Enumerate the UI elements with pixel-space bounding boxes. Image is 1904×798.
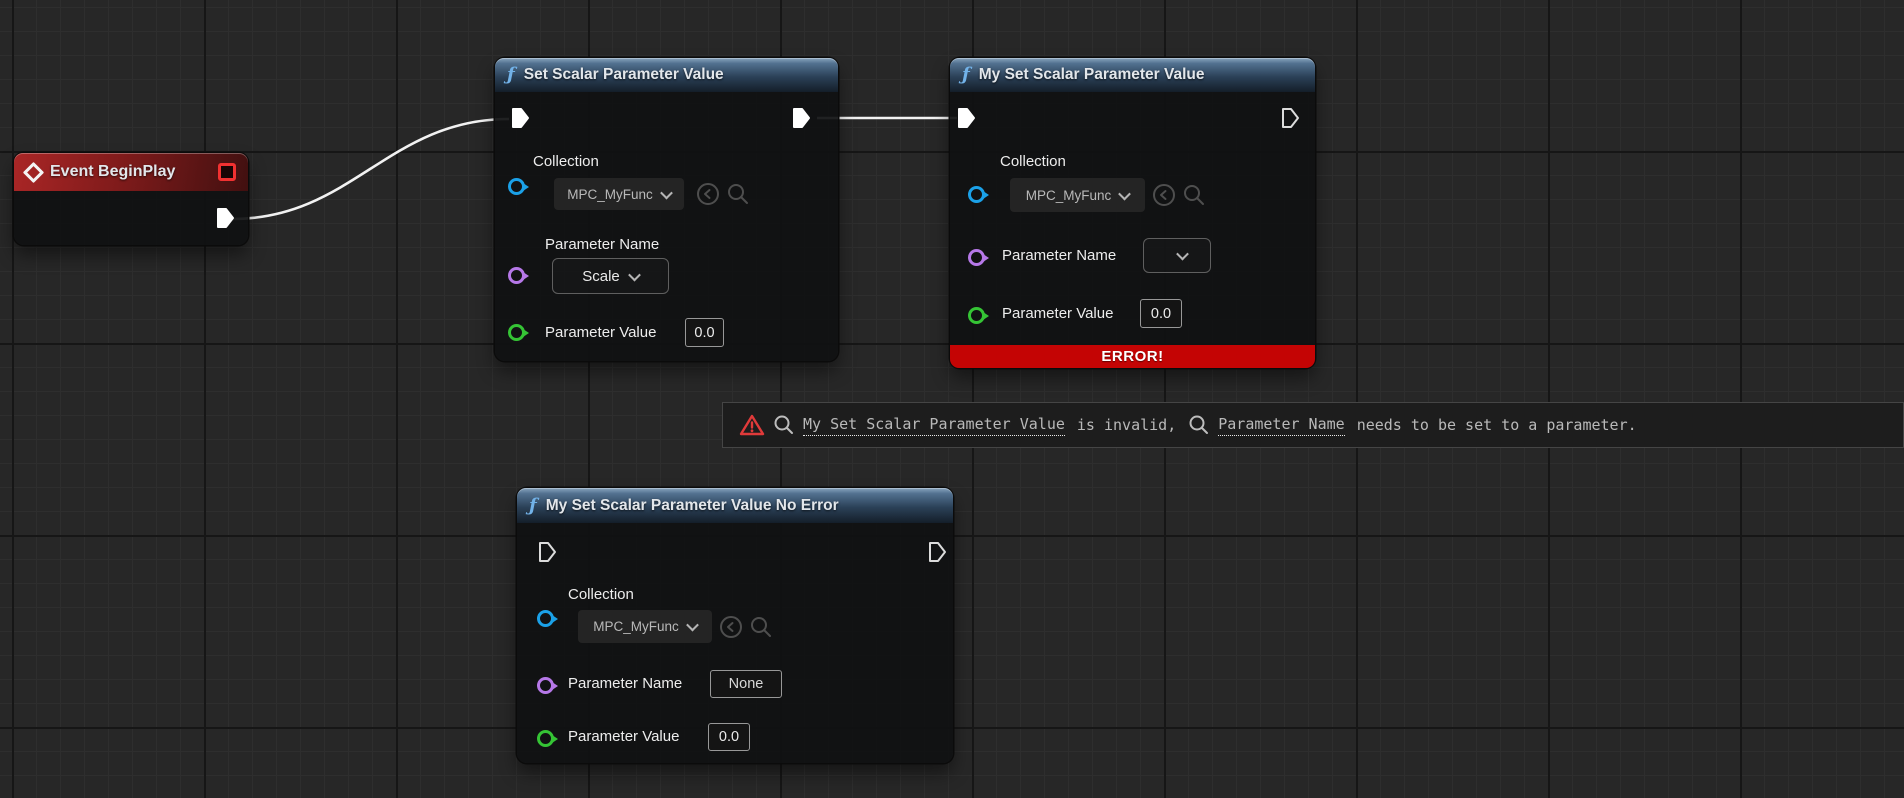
exec-output-pin[interactable]	[790, 106, 812, 130]
node-error-banner: ERROR!	[950, 345, 1315, 368]
parameter-value-pin-label: Parameter Value	[545, 324, 656, 341]
use-selected-asset-icon[interactable]	[1152, 183, 1176, 207]
use-selected-asset-icon[interactable]	[719, 615, 743, 639]
chevron-down-icon	[1176, 248, 1189, 261]
chevron-down-icon	[1118, 187, 1131, 200]
collection-dropdown-value: MPC_MyFunc	[593, 619, 679, 634]
parameter-value-pin-label: Parameter Value	[568, 728, 679, 745]
use-selected-asset-icon[interactable]	[696, 182, 720, 206]
message-text: is invalid,	[1073, 416, 1180, 434]
message-text-tail: needs to be set to a parameter.	[1353, 416, 1641, 434]
collection-pin-label: Collection	[533, 153, 599, 170]
node-my-set-scalar-parameter-value-no-error[interactable]: ƒ My Set Scalar Parameter Value No Error…	[517, 488, 953, 763]
collection-pin[interactable]	[508, 178, 525, 195]
node-set-scalar-parameter-value[interactable]: ƒ Set Scalar Parameter Value Collection …	[495, 58, 838, 361]
collection-pin-label: Collection	[1000, 153, 1066, 170]
chevron-down-icon	[660, 186, 673, 199]
parameter-name-pin-label: Parameter Name	[568, 675, 682, 692]
parameter-name-pin[interactable]	[508, 267, 525, 284]
exec-output-pin[interactable]	[214, 206, 236, 230]
collection-dropdown[interactable]: MPC_MyFunc	[578, 610, 712, 643]
collection-pin-label: Collection	[568, 586, 634, 603]
exec-output-pin[interactable]	[926, 540, 948, 564]
blueprint-graph-canvas[interactable]: Event BeginPlay ƒ Set Scalar Parameter V…	[0, 0, 1904, 798]
collection-pin[interactable]	[968, 186, 985, 203]
compiler-message-bar: My Set Scalar Parameter Value is invalid…	[722, 402, 1904, 448]
node-event-beginplay[interactable]: Event BeginPlay	[14, 153, 248, 245]
search-icon	[773, 414, 795, 436]
event-diamond-icon	[23, 161, 44, 182]
warning-triangle-icon	[739, 413, 765, 437]
parameter-name-input[interactable]: None	[710, 670, 782, 698]
function-icon: ƒ	[507, 66, 515, 84]
node-header: ƒ My Set Scalar Parameter Value	[950, 58, 1315, 92]
parameter-name-pin[interactable]	[968, 249, 985, 266]
chevron-down-icon	[686, 619, 699, 632]
collection-pin[interactable]	[537, 610, 554, 627]
node-header: ƒ Set Scalar Parameter Value	[495, 58, 838, 92]
parameter-name-dropdown-value: Scale	[582, 268, 620, 285]
node-header: ƒ My Set Scalar Parameter Value No Error	[517, 488, 953, 523]
message-pin-link[interactable]: Parameter Name	[1218, 415, 1344, 436]
browse-asset-icon[interactable]	[726, 182, 750, 206]
parameter-value-input[interactable]: 0.0	[708, 723, 750, 751]
collection-dropdown-value: MPC_MyFunc	[567, 187, 653, 202]
parameter-value-input[interactable]: 0.0	[1140, 299, 1182, 328]
function-icon: ƒ	[962, 66, 970, 84]
parameter-value-pin-label: Parameter Value	[1002, 305, 1113, 322]
parameter-value-pin[interactable]	[968, 307, 985, 324]
search-icon	[1188, 414, 1210, 436]
parameter-value-input[interactable]: 0.0	[685, 318, 724, 347]
node-header: Event BeginPlay	[14, 153, 248, 191]
parameter-value-pin[interactable]	[537, 730, 554, 747]
parameter-name-pin-label: Parameter Name	[1002, 247, 1116, 264]
delegate-square-icon[interactable]	[218, 163, 236, 181]
collection-dropdown-value: MPC_MyFunc	[1026, 188, 1112, 203]
exec-input-pin[interactable]	[536, 540, 558, 564]
parameter-name-pin-label: Parameter Name	[545, 236, 659, 253]
wire-beginplay-to-setscalar	[232, 119, 509, 219]
collection-dropdown[interactable]: MPC_MyFunc	[1010, 178, 1145, 212]
node-title: Set Scalar Parameter Value	[524, 66, 724, 84]
browse-asset-icon[interactable]	[749, 615, 773, 639]
node-title: Event BeginPlay	[50, 163, 175, 181]
exec-input-pin[interactable]	[955, 106, 977, 130]
node-title: My Set Scalar Parameter Value No Error	[546, 497, 839, 515]
exec-input-pin[interactable]	[509, 106, 531, 130]
parameter-name-pin[interactable]	[537, 677, 554, 694]
parameter-value-pin[interactable]	[508, 324, 525, 341]
browse-asset-icon[interactable]	[1182, 183, 1206, 207]
parameter-name-dropdown[interactable]	[1143, 238, 1211, 273]
collection-dropdown[interactable]: MPC_MyFunc	[554, 178, 684, 210]
exec-output-pin[interactable]	[1279, 106, 1301, 130]
node-title: My Set Scalar Parameter Value	[979, 66, 1205, 84]
node-my-set-scalar-parameter-value[interactable]: ƒ My Set Scalar Parameter Value Collecti…	[950, 58, 1315, 368]
chevron-down-icon	[628, 268, 641, 281]
parameter-name-dropdown[interactable]: Scale	[552, 258, 669, 294]
function-icon: ƒ	[529, 497, 537, 515]
message-node-link[interactable]: My Set Scalar Parameter Value	[803, 415, 1065, 436]
